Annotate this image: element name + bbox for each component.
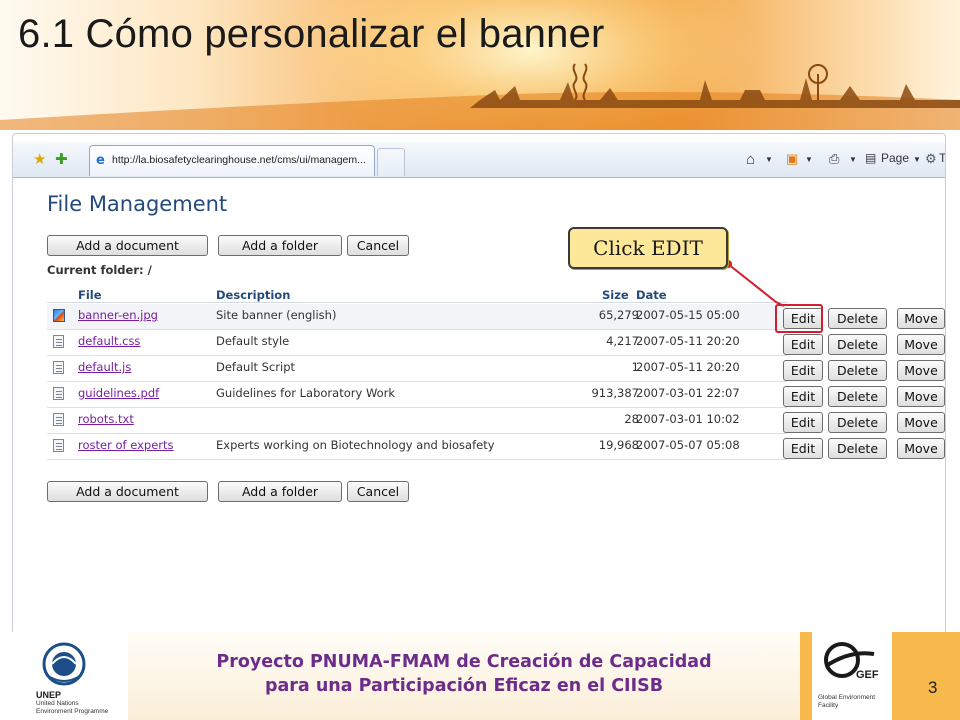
click-edit-callout: Click EDIT	[568, 227, 728, 269]
ie-icon: e	[96, 153, 105, 168]
footer-line-2: para una Participación Eficaz en el CIIS…	[264, 676, 664, 696]
table-row: default.css Default style 4,217 2007-05-…	[47, 330, 787, 356]
move-button[interactable]: Move	[897, 412, 945, 433]
table-row: banner-en.jpg Site banner (english) 65,2…	[47, 304, 787, 330]
edit-button[interactable]: Edit	[783, 386, 823, 407]
column-header-file: File	[78, 288, 102, 302]
file-size: 65,279	[598, 308, 639, 322]
delete-button[interactable]: Delete	[828, 334, 887, 355]
browser-window: ★ ✚ e http://la.biosafetyclearinghouse.n…	[12, 133, 946, 635]
svg-text:GEF: GEF	[856, 669, 879, 681]
edit-button[interactable]: Edit	[783, 438, 823, 459]
file-link[interactable]: default.js	[78, 360, 131, 374]
delete-button[interactable]: Delete	[828, 360, 887, 381]
gef-logo: GEF	[824, 642, 879, 681]
file-description: Experts working on Biotechnology and bio…	[216, 438, 495, 452]
unep-subtitle: United Nations Environment Programme	[36, 700, 109, 715]
slide-title: 6.1 Cómo personalizar el banner	[18, 12, 605, 56]
table-header-divider	[47, 302, 787, 303]
add-folder-button[interactable]: Add a folder	[218, 235, 342, 256]
file-link[interactable]: robots.txt	[78, 412, 134, 426]
move-button[interactable]: Move	[897, 334, 945, 355]
delete-button[interactable]: Delete	[828, 412, 887, 433]
file-date: 2007-03-01 10:02	[636, 412, 740, 426]
unep-name: UNEP	[36, 690, 62, 700]
chevron-down-icon[interactable]: ▼	[849, 155, 857, 164]
document-file-icon	[53, 361, 64, 374]
unep-logo	[42, 642, 86, 686]
file-description: Guidelines for Laboratory Work	[216, 386, 396, 400]
footer-line-1: Proyecto PNUMA-FMAM de Creación de Capac…	[216, 652, 712, 672]
image-file-icon	[53, 309, 65, 322]
banner-farm-silhouette	[0, 63, 960, 130]
document-file-icon	[53, 335, 64, 348]
file-date: 2007-05-15 05:00	[636, 308, 740, 322]
file-size: 19,968	[598, 438, 639, 452]
home-icon[interactable]: ⌂	[746, 151, 755, 168]
file-date: 2007-05-11 20:20	[636, 360, 740, 374]
delete-button[interactable]: Delete	[828, 308, 887, 329]
file-date: 2007-05-11 20:20	[636, 334, 740, 348]
tools-menu[interactable]: To	[939, 151, 945, 165]
rss-feed-icon[interactable]: ▣	[786, 151, 798, 167]
move-button[interactable]: Move	[897, 438, 945, 459]
table-row: roster of experts Experts working on Bio…	[47, 434, 787, 460]
table-row: default.js Default Script 1 2007-05-11 2…	[47, 356, 787, 382]
page-content: File Management Add a document Add a fol…	[13, 179, 945, 634]
delete-button[interactable]: Delete	[828, 386, 887, 407]
table-row: guidelines.pdf Guidelines for Laboratory…	[47, 382, 787, 408]
page-number: 3	[928, 678, 938, 697]
browser-toolbar: ★ ✚ e http://la.biosafetyclearinghouse.n…	[13, 142, 945, 178]
move-button[interactable]: Move	[897, 308, 945, 329]
chevron-down-icon[interactable]: ▼	[805, 155, 813, 164]
document-file-icon	[53, 439, 64, 452]
file-description: Site banner (english)	[216, 308, 337, 322]
file-date: 2007-05-07 05:08	[636, 438, 740, 452]
column-header-date: Date	[636, 288, 667, 302]
document-file-icon	[53, 413, 64, 426]
column-header-size: Size	[602, 288, 629, 302]
favorites-star-icon[interactable]: ★	[33, 151, 46, 167]
file-link[interactable]: guidelines.pdf	[78, 386, 159, 400]
file-link[interactable]: default.css	[78, 334, 140, 348]
page-title: File Management	[47, 192, 228, 216]
slide-banner: 6.1 Cómo personalizar el banner	[0, 0, 960, 130]
file-description: Default style	[216, 334, 290, 348]
file-size: 913,387	[591, 386, 639, 400]
current-folder-label: Current folder: /	[47, 263, 152, 277]
add-folder-button[interactable]: Add a folder	[218, 481, 342, 502]
file-link[interactable]: banner-en.jpg	[78, 308, 158, 322]
tools-gear-icon[interactable]: ⚙	[925, 151, 937, 167]
page-menu[interactable]: Page	[881, 151, 909, 165]
tab-url: http://la.biosafetyclearinghouse.net/cms…	[112, 154, 366, 166]
file-date: 2007-03-01 22:07	[636, 386, 740, 400]
add-document-button[interactable]: Add a document	[47, 235, 208, 256]
add-document-button[interactable]: Add a document	[47, 481, 208, 502]
page-icon: ▤	[865, 151, 877, 165]
chevron-down-icon[interactable]: ▼	[765, 155, 773, 164]
edit-button[interactable]: Edit	[783, 360, 823, 381]
file-description: Default Script	[216, 360, 296, 374]
edit-button[interactable]: Edit	[783, 334, 823, 355]
move-button[interactable]: Move	[897, 386, 945, 407]
file-link[interactable]: roster of experts	[78, 438, 174, 452]
edit-button-highlight	[775, 304, 823, 333]
browser-tab[interactable]: e http://la.biosafetyclearinghouse.net/c…	[89, 145, 375, 176]
document-file-icon	[53, 387, 64, 400]
file-size: 4,217	[606, 334, 639, 348]
print-icon[interactable]: ⎙	[829, 151, 839, 167]
delete-button[interactable]: Delete	[828, 438, 887, 459]
gef-subtitle: Global Environment Facility	[818, 694, 876, 709]
column-header-description: Description	[216, 288, 291, 302]
edit-button[interactable]: Edit	[783, 412, 823, 433]
move-button[interactable]: Move	[897, 360, 945, 381]
new-tab-button[interactable]	[377, 148, 405, 176]
add-favorites-icon[interactable]: ✚	[55, 151, 68, 167]
cancel-button[interactable]: Cancel	[347, 481, 409, 502]
cancel-button[interactable]: Cancel	[347, 235, 409, 256]
chevron-down-icon[interactable]: ▼	[913, 155, 921, 164]
table-row: robots.txt 28 2007-03-01 10:02	[47, 408, 787, 434]
